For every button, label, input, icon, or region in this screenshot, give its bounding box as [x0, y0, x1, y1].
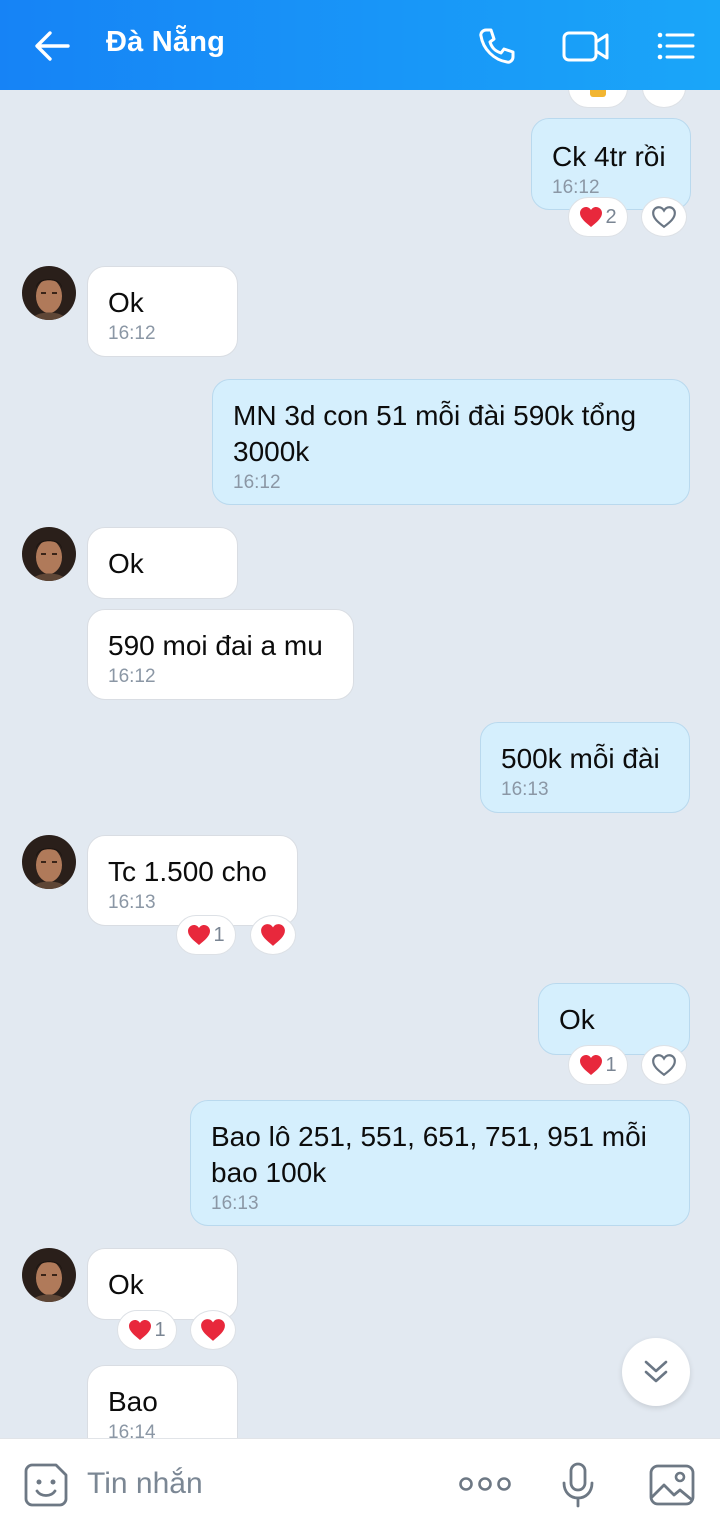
- double-chevron-down-icon: [644, 1360, 668, 1383]
- add-reaction-button[interactable]: [641, 1045, 687, 1085]
- heart-icon: [580, 207, 603, 227]
- list-menu-icon: [657, 32, 695, 60]
- reaction-count: 1: [213, 923, 225, 946]
- back-button[interactable]: [30, 24, 74, 68]
- more-button[interactable]: [458, 1473, 512, 1500]
- avatar[interactable]: [22, 1248, 76, 1302]
- phone-icon: [479, 28, 515, 64]
- add-reaction-button[interactable]: [190, 1310, 236, 1350]
- scroll-to-bottom-button[interactable]: [622, 1338, 690, 1406]
- reaction-count: 1: [154, 1318, 166, 1341]
- reaction-chip[interactable]: 1: [117, 1310, 177, 1350]
- message-text: Ok: [108, 287, 144, 318]
- add-reaction-button[interactable]: [250, 915, 296, 955]
- message-time: 16:14: [108, 1422, 156, 1438]
- message-text: Bao: [108, 1386, 158, 1417]
- heart-icon: [580, 1055, 603, 1075]
- message-text: Ok: [108, 548, 144, 579]
- video-call-button[interactable]: [560, 22, 609, 70]
- message-time: 16:13: [108, 892, 156, 913]
- message-time: 16:13: [211, 1193, 259, 1214]
- heart-icon: [129, 1320, 152, 1340]
- thumbs-up-icon: [590, 90, 606, 97]
- message-input[interactable]: Tin nhắn: [87, 1467, 203, 1501]
- message-text: Ok: [108, 1269, 144, 1300]
- message-text: Ok: [559, 1004, 595, 1035]
- arrow-left-icon: [35, 31, 70, 61]
- message-time: 16:12: [108, 323, 156, 344]
- message-time: 16:12: [233, 472, 281, 493]
- message-text: 590 moi đai a mu: [108, 630, 323, 661]
- message-time: 16:13: [501, 779, 549, 800]
- message-bubble-incoming[interactable]: Bao 16:14: [87, 1365, 238, 1438]
- message-bubble-incoming[interactable]: Ok 16:12: [87, 266, 238, 357]
- menu-button[interactable]: [652, 22, 700, 70]
- message-text-line-1: Bao lô 251, 551, 651, 751, 951 mỗi: [211, 1121, 647, 1152]
- message-list[interactable]: Ck 4tr rồi 16:12 2 Ok 16:12 MN 3d con 51…: [0, 90, 720, 1438]
- more-dots-icon: [459, 1477, 511, 1491]
- reaction-add-partial[interactable]: [642, 90, 686, 108]
- heart-outline-icon: [652, 1054, 676, 1077]
- image-button[interactable]: [648, 1463, 696, 1512]
- avatar-image: [22, 1248, 76, 1302]
- message-time: 16:12: [108, 666, 156, 687]
- message-text-line-2: bao 100k: [211, 1157, 327, 1188]
- message-bubble-outgoing[interactable]: MN 3d con 51 mỗi đài 590k tổng 3000k 16:…: [212, 379, 690, 505]
- message-bubble-incoming[interactable]: Ok: [87, 527, 238, 599]
- avatar-image: [22, 266, 76, 320]
- call-button[interactable]: [472, 22, 520, 70]
- chat-header: Đà Nẵng: [0, 0, 720, 90]
- chat-title[interactable]: Đà Nẵng: [106, 26, 225, 59]
- reaction-chip[interactable]: 1: [176, 915, 236, 955]
- reaction-chip[interactable]: 1: [568, 1045, 628, 1085]
- reaction-count: 1: [605, 1053, 617, 1076]
- voice-message-button[interactable]: [560, 1461, 596, 1514]
- image-icon: [649, 1464, 695, 1506]
- avatar-image: [22, 835, 76, 889]
- video-camera-icon: [562, 31, 609, 62]
- avatar-image: [22, 527, 76, 581]
- avatar[interactable]: [22, 527, 76, 581]
- heart-icon: [261, 924, 285, 946]
- heart-outline-icon: [652, 206, 676, 229]
- message-bubble-incoming[interactable]: 590 moi đai a mu 16:12: [87, 609, 354, 700]
- reaction-count: 2: [605, 205, 617, 228]
- reaction-chip[interactable]: 2: [568, 197, 628, 237]
- heart-icon: [188, 925, 211, 945]
- add-reaction-button[interactable]: [641, 197, 687, 237]
- sticker-icon: [24, 1463, 68, 1507]
- message-text-line-2: 3000k: [233, 436, 310, 467]
- reaction-chip-partial[interactable]: [568, 90, 628, 108]
- avatar[interactable]: [22, 835, 76, 889]
- microphone-icon: [562, 1462, 594, 1508]
- avatar[interactable]: [22, 266, 76, 320]
- message-bubble-incoming[interactable]: Tc 1.500 cho 16:13: [87, 835, 298, 926]
- message-bubble-outgoing[interactable]: Ok: [538, 983, 690, 1055]
- message-text: 500k mỗi đài: [501, 743, 660, 774]
- message-bubble-outgoing[interactable]: Bao lô 251, 551, 651, 751, 951 mỗi bao 1…: [190, 1100, 690, 1226]
- heart-icon: [201, 1319, 225, 1341]
- message-bubble-outgoing[interactable]: 500k mỗi đài 16:13: [480, 722, 690, 813]
- message-text: Ck 4tr rồi: [552, 141, 666, 172]
- sticker-button[interactable]: [22, 1461, 70, 1514]
- message-text: Tc 1.500 cho: [108, 856, 267, 887]
- message-text-line-1: MN 3d con 51 mỗi đài 590k tổng: [233, 400, 637, 431]
- message-input-bar: Tin nhắn: [0, 1438, 720, 1529]
